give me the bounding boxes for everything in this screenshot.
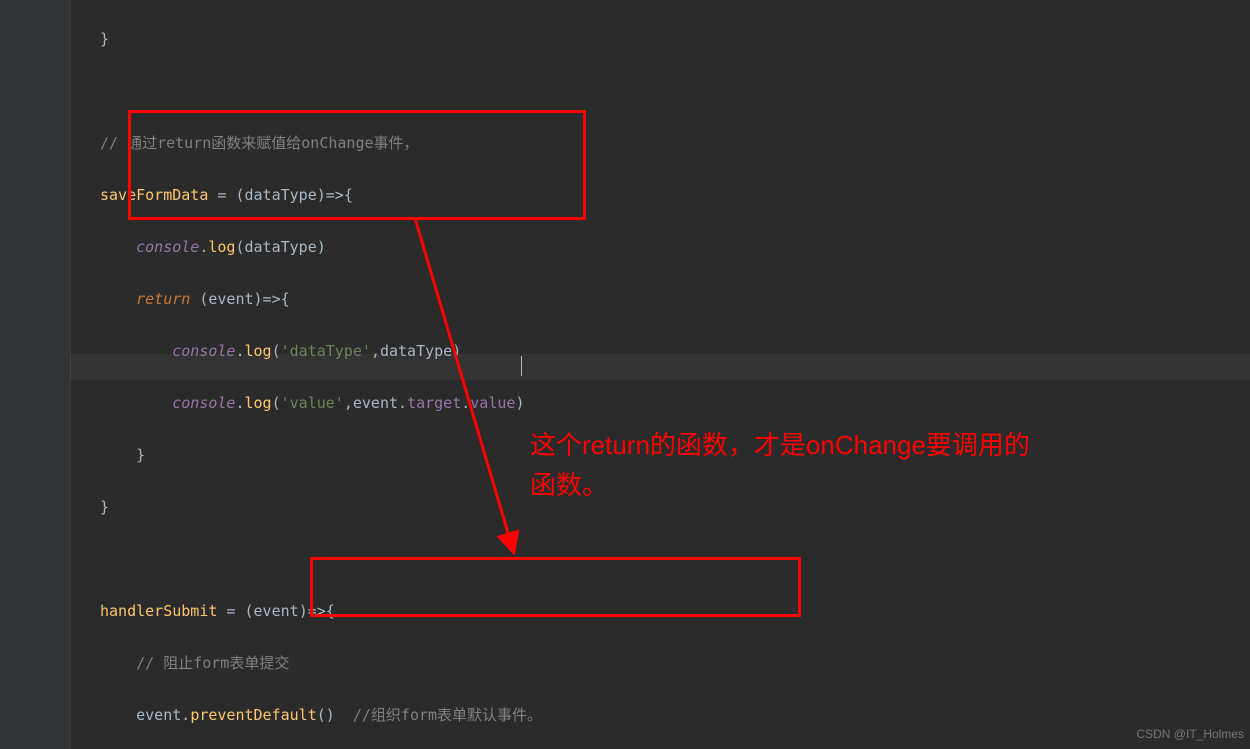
annotation-text: 这个return的函数，才是onChange要调用的 函数。 (530, 425, 1030, 505)
code-area[interactable]: } // 通过return函数来赋值给onChange事件， saveFormD… (100, 0, 1240, 749)
watermark: CSDN @IT_Holmes (1136, 721, 1244, 747)
code-editor: } // 通过return函数来赋值给onChange事件， saveFormD… (0, 0, 1250, 749)
text-cursor (521, 356, 522, 376)
gutter (0, 0, 71, 749)
